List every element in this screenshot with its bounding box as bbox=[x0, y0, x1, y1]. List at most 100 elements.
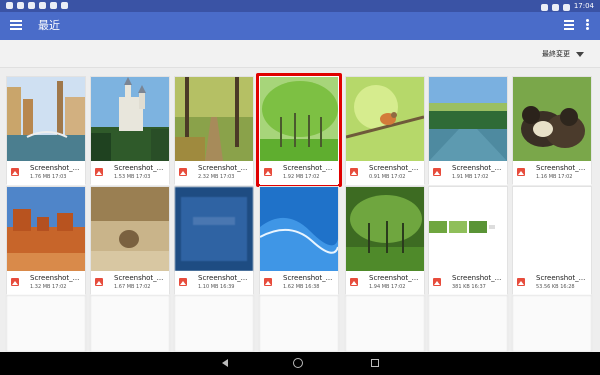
file-meta: 1.62 MB 16:38 bbox=[283, 284, 320, 290]
sort-dropdown-icon[interactable] bbox=[576, 52, 584, 57]
file-meta: 1.10 MB 16:39 bbox=[198, 284, 235, 290]
image-file-icon bbox=[95, 168, 103, 176]
file-meta: 1.91 MB 17:02 bbox=[452, 174, 489, 180]
thumbnail-rock-hamster bbox=[91, 187, 169, 271]
file-card[interactable]: Screenshot_... 1.53 MB 17:03 bbox=[90, 76, 170, 185]
app-icon bbox=[39, 2, 46, 9]
image-file-icon bbox=[517, 168, 525, 176]
thumbnail-bird-branch bbox=[346, 77, 424, 161]
file-card[interactable]: Screenshot_... 2.32 MB 17:03 bbox=[174, 76, 254, 185]
image-file-icon bbox=[433, 168, 441, 176]
file-card-selected[interactable]: Screenshot_... 1.92 MB 17:02 bbox=[256, 73, 342, 187]
status-bar: 17:04 bbox=[0, 0, 600, 12]
recent-apps-icon[interactable] bbox=[371, 359, 379, 367]
file-card[interactable]: Screenshot_... 1.76 MB 17:03 bbox=[6, 76, 86, 185]
file-card[interactable]: Screenshot_... 1.91 MB 17:02 bbox=[428, 76, 508, 185]
file-name: Screenshot_... bbox=[369, 274, 419, 282]
image-file-icon bbox=[517, 278, 525, 286]
page-title: 最近 bbox=[38, 19, 60, 32]
file-card[interactable]: Screenshot_... 53.56 KB 16:28 bbox=[512, 186, 592, 295]
file-card[interactable]: Screenshot_... 1.62 MB 16:38 bbox=[259, 186, 339, 295]
sort-bar: 最終変更 bbox=[0, 40, 600, 68]
thumbnail-castle bbox=[91, 77, 169, 161]
clock: 17:04 bbox=[573, 2, 594, 10]
sync-icon bbox=[540, 3, 548, 11]
file-card[interactable]: Screenshot_... 1.94 MB 17:02 bbox=[345, 186, 425, 295]
file-meta: 0.91 MB 17:02 bbox=[369, 174, 406, 180]
file-name: Screenshot_... bbox=[283, 274, 333, 282]
file-card-partial[interactable] bbox=[6, 295, 86, 352]
thumbnail-autumn-path bbox=[175, 77, 253, 161]
file-card-partial[interactable] bbox=[174, 295, 254, 352]
battery-icon bbox=[562, 3, 570, 11]
file-card[interactable]: Screenshot_... 0.91 MB 17:02 bbox=[345, 76, 425, 185]
file-card[interactable]: Screenshot_... 1.16 MB 17:02 bbox=[512, 76, 592, 185]
image-icon bbox=[50, 2, 57, 9]
file-meta: 1.67 MB 17:02 bbox=[114, 284, 151, 290]
file-meta: 1.32 MB 17:02 bbox=[30, 284, 67, 290]
location-icon bbox=[28, 2, 35, 9]
file-name: Screenshot_... bbox=[536, 164, 586, 172]
file-card[interactable]: Screenshot_... 1.10 MB 16:39 bbox=[174, 186, 254, 295]
file-card-partial[interactable] bbox=[512, 295, 592, 352]
file-card[interactable]: Screenshot_... 1.67 MB 17:02 bbox=[90, 186, 170, 295]
file-meta: 381 KB 16:37 bbox=[452, 284, 486, 290]
list-view-icon[interactable] bbox=[564, 20, 574, 30]
wifi-icon bbox=[551, 3, 559, 11]
image-file-icon bbox=[264, 168, 272, 176]
thumbnail-blurred-blue bbox=[175, 187, 253, 271]
file-name: Screenshot_... bbox=[452, 164, 502, 172]
file-name: Screenshot_... bbox=[198, 274, 248, 282]
app-bar: 最近 bbox=[0, 12, 600, 40]
image-file-icon bbox=[11, 168, 19, 176]
file-card[interactable]: Screenshot_... 1.32 MB 17:02 bbox=[6, 186, 86, 295]
thumbnail-blue-waves bbox=[260, 187, 338, 271]
file-meta: 1.16 MB 17:02 bbox=[536, 174, 573, 180]
back-icon[interactable] bbox=[222, 359, 228, 367]
thumbnail-desert-butte bbox=[7, 187, 85, 271]
system-nav-bar bbox=[0, 352, 600, 375]
image-file-icon bbox=[179, 168, 187, 176]
thumbnail-trees-small bbox=[346, 187, 424, 271]
file-name: Screenshot_... bbox=[114, 274, 164, 282]
thumbnail-green-trees bbox=[260, 77, 338, 161]
image-file-icon bbox=[179, 278, 187, 286]
file-card-partial[interactable] bbox=[345, 295, 425, 352]
image-file-icon bbox=[11, 278, 19, 286]
file-name: Screenshot_... bbox=[452, 274, 502, 282]
file-card[interactable]: Screenshot_... 381 KB 16:37 bbox=[428, 186, 508, 295]
image-file-icon bbox=[350, 168, 358, 176]
file-card-partial[interactable] bbox=[90, 295, 170, 352]
image-file-icon bbox=[433, 278, 441, 286]
screen: 17:04 最近 最終変更 Screenshot_... 1.76 MB 17:… bbox=[0, 0, 600, 375]
file-meta: 1.92 MB 17:02 bbox=[283, 174, 320, 180]
file-name: Screenshot_... bbox=[30, 164, 80, 172]
hamburger-menu-icon[interactable] bbox=[10, 20, 22, 30]
home-icon[interactable] bbox=[293, 358, 303, 368]
notification-icon bbox=[6, 2, 13, 9]
file-card-partial[interactable] bbox=[259, 295, 339, 352]
image-file-icon bbox=[264, 278, 272, 286]
file-meta: 1.94 MB 17:02 bbox=[369, 284, 406, 290]
file-meta: 2.32 MB 17:03 bbox=[198, 174, 235, 180]
file-name: Screenshot_... bbox=[114, 164, 164, 172]
thumbnail-white bbox=[513, 187, 591, 271]
sort-label[interactable]: 最終変更 bbox=[542, 49, 570, 59]
thumbnail-canal-river bbox=[429, 77, 507, 161]
thumbnail-ducklings bbox=[513, 77, 591, 161]
file-name: Screenshot_... bbox=[536, 274, 586, 282]
image-file-icon bbox=[350, 278, 358, 286]
file-name: Screenshot_... bbox=[198, 164, 248, 172]
file-name: Screenshot_... bbox=[30, 274, 80, 282]
file-card-partial[interactable] bbox=[428, 295, 508, 352]
image-file-icon bbox=[95, 278, 103, 286]
file-meta: 1.76 MB 17:03 bbox=[30, 174, 67, 180]
thumbnail-venice bbox=[7, 77, 85, 161]
file-meta: 53.56 KB 16:28 bbox=[536, 284, 575, 290]
more-options-icon[interactable] bbox=[586, 19, 590, 31]
thumbnail-white-strip bbox=[429, 187, 507, 271]
file-meta: 1.53 MB 17:03 bbox=[114, 174, 151, 180]
notification-icon bbox=[17, 2, 24, 9]
file-name: Screenshot_... bbox=[283, 164, 333, 172]
file-name: Screenshot_... bbox=[369, 164, 419, 172]
